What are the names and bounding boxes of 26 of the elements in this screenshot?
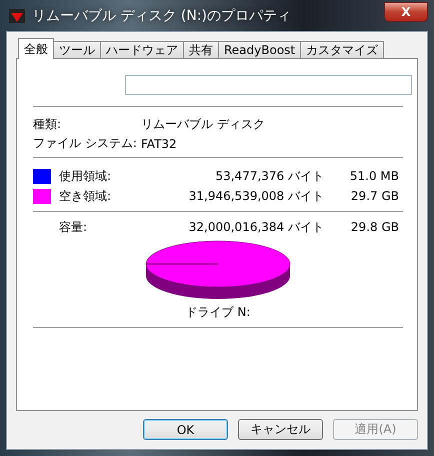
tab[interactable]: 全般 [18,38,54,59]
space-label: 使用領域: [59,168,112,184]
tab[interactable]: ツール [53,41,101,58]
capacity-bytes: 32,000,016,384 バイト [188,218,324,236]
capacity-label: 容量: [59,218,88,236]
space-size: 51.0 MB [348,169,399,183]
tab[interactable]: 共有 [183,41,219,58]
space-bytes: 53,477,376 バイト [214,168,324,184]
capacity-size: 29.8 GB [350,220,399,234]
dialog-button[interactable]: キャンセル [238,419,323,440]
close-button[interactable]: X [384,2,428,22]
info-value: リムーバブル ディスク [141,116,265,133]
tab[interactable]: カスタマイズ [300,41,384,58]
space-size: 29.7 GB [350,189,399,203]
window-title: リムーバブル ディスク (N:)のプロパティ [32,6,292,24]
info-label: ファイル システム: [33,135,138,152]
tab[interactable]: ハードウェア [100,41,184,58]
space-label: 空き領域: [59,188,112,204]
space-bytes: 31,946,539,008 バイト [188,188,324,204]
drive-icon [8,6,26,24]
dialog-button[interactable]: OK [143,419,228,440]
info-label: 種類: [33,116,62,133]
tab[interactable]: ReadyBoost [218,41,302,58]
drive-label: ドライブ N: [186,304,250,321]
info-value: FAT32 [141,136,177,150]
name-field[interactable] [125,75,412,95]
